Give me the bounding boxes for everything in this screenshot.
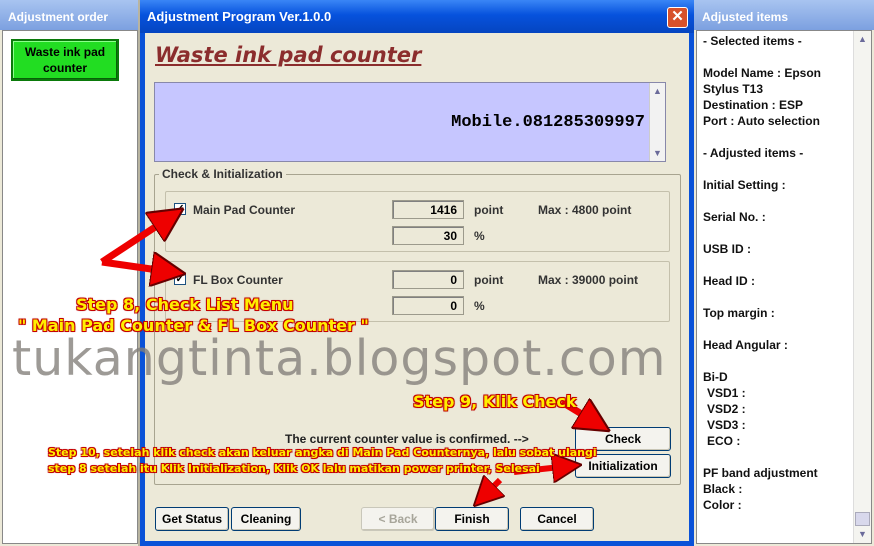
fl-box-point-value: 0 <box>392 270 464 289</box>
step10-annotation-line2: step 8 setelah itu Klik Initialization, … <box>48 462 540 475</box>
info-line: Head Angular : <box>703 338 788 352</box>
info-line: Top margin : <box>703 306 775 320</box>
info-line: USB ID : <box>703 242 751 256</box>
fl-box-counter-label: FL Box Counter <box>193 273 283 287</box>
info-line: - Adjusted items - <box>703 146 804 160</box>
finish-button[interactable]: Finish <box>435 507 509 531</box>
step10-annotation-line1: Step 10, setelah klik check akan keluar … <box>48 446 597 459</box>
cleaning-button[interactable]: Cleaning <box>231 507 301 531</box>
window-title: Adjustment Program Ver.1.0.0 <box>140 0 694 33</box>
adjusted-items-title: Adjusted items <box>694 0 874 30</box>
info-line: Stylus T13 <box>703 82 764 96</box>
scroll-thumb[interactable] <box>855 512 870 526</box>
main-pad-percent-value: 30 <box>392 226 464 245</box>
info-line: VSD3 : <box>707 418 746 432</box>
info-line: Port : Auto selection <box>703 114 820 128</box>
info-line: Serial No. : <box>703 210 766 224</box>
info-line: Model Name : Epson <box>703 66 822 80</box>
fl-box-max: Max : 39000 point <box>538 273 639 287</box>
main-pad-counter-checkbox[interactable]: ✓ <box>174 203 186 215</box>
back-button[interactable]: < Back <box>361 507 435 531</box>
scroll-up-icon[interactable]: ▲ <box>854 31 871 48</box>
step8-annotation-line1: Step 8, Check List Menu <box>76 295 294 314</box>
main-pad-percent-unit: % <box>474 229 485 243</box>
main-pad-point-unit: point <box>474 203 504 217</box>
main-pad-point-value: 1416 <box>392 200 464 219</box>
group-label: Check & Initialization <box>159 167 286 181</box>
info-line: VSD1 : <box>707 386 746 400</box>
info-line: Color : <box>703 498 742 512</box>
scroll-down-icon[interactable]: ▼ <box>854 526 871 543</box>
main-pad-counter-row: ✓ Main Pad Counter 1416 point Max : 4800… <box>165 191 670 252</box>
info-line: Black : <box>703 482 743 496</box>
step9-annotation: Step 9, Klik Check <box>413 392 577 411</box>
scroll-up-icon[interactable]: ▲ <box>650 83 665 99</box>
info-line: PF band adjustment <box>703 466 818 480</box>
blog-watermark: tukangtinta.blogspot.com <box>12 330 667 387</box>
page-heading: Waste ink pad counter <box>155 43 422 67</box>
fl-box-percent-unit: % <box>474 299 485 313</box>
info-line: ECO : <box>707 434 741 448</box>
close-button[interactable]: ✕ <box>667 7 688 28</box>
adjustment-order-title: Adjustment order <box>0 0 138 30</box>
step8-annotation-line2: " Main Pad Counter & FL Box Counter " <box>18 316 369 335</box>
fl-box-point-unit: point <box>474 273 504 287</box>
main-pad-counter-label: Main Pad Counter <box>193 203 296 217</box>
banner-scrollbar[interactable]: ▲ ▼ <box>649 83 665 161</box>
scroll-down-icon[interactable]: ▼ <box>650 145 665 161</box>
info-line: Initial Setting : <box>703 178 786 192</box>
info-line: - Selected items - <box>703 34 802 48</box>
info-line: Head ID : <box>703 274 756 288</box>
info-line: Bi-D <box>703 370 728 384</box>
info-line: VSD2 : <box>707 402 746 416</box>
adjusted-items-panel: Adjusted items - Selected items - Model … <box>694 0 874 546</box>
fl-box-percent-value: 0 <box>392 296 464 315</box>
info-line: Destination : ESP <box>703 98 804 112</box>
adjusted-items-list: - Selected items - Model Name : Epson St… <box>696 30 872 544</box>
confirm-text: The current counter value is confirmed. … <box>285 432 529 446</box>
cancel-button[interactable]: Cancel <box>520 507 594 531</box>
main-pad-max: Max : 4800 point <box>538 203 632 217</box>
fl-box-counter-checkbox[interactable]: ✓ <box>174 273 186 285</box>
adjusted-items-scrollbar[interactable]: ▲ ▼ <box>853 31 871 543</box>
banner-text: Mobile.081285309997 <box>451 113 645 132</box>
waste-ink-pad-counter-item[interactable]: Waste ink pad counter <box>11 39 119 81</box>
info-banner: Mobile.081285309997 ▲ ▼ <box>154 82 666 162</box>
get-status-button[interactable]: Get Status <box>155 507 229 531</box>
